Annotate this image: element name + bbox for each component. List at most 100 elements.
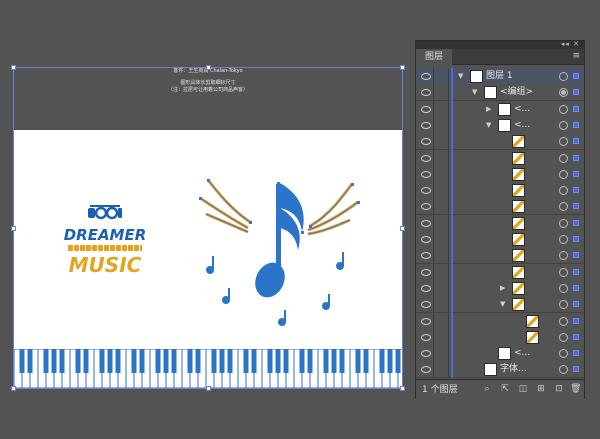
lock-toggle[interactable] bbox=[435, 165, 449, 182]
selection-indicator[interactable] bbox=[573, 366, 579, 373]
lock-toggle[interactable] bbox=[435, 263, 449, 280]
visibility-eye-icon[interactable] bbox=[416, 133, 434, 150]
target-circle-icon[interactable] bbox=[559, 316, 568, 326]
export-icon[interactable]: ⇱ bbox=[500, 384, 510, 394]
layer-row[interactable] bbox=[416, 231, 584, 248]
visibility-eye-icon[interactable] bbox=[416, 345, 434, 362]
layer-row[interactable]: ▼ 图层 1 bbox=[416, 68, 584, 85]
hamburger-menu-icon[interactable]: ≡ bbox=[572, 51, 580, 61]
visibility-eye-icon[interactable] bbox=[416, 263, 434, 280]
target-circle-icon[interactable] bbox=[559, 283, 568, 293]
layer-row[interactable]: ▶ <... bbox=[416, 100, 584, 118]
layer-name[interactable]: <... bbox=[514, 347, 530, 359]
visibility-eye-icon[interactable] bbox=[416, 231, 434, 247]
target-circle-icon[interactable] bbox=[559, 300, 568, 310]
visibility-eye-icon[interactable] bbox=[416, 361, 434, 378]
lock-toggle[interactable] bbox=[435, 312, 449, 329]
resize-handle-top[interactable] bbox=[206, 65, 211, 70]
selection-indicator[interactable] bbox=[573, 73, 579, 79]
lock-toggle[interactable] bbox=[435, 133, 449, 150]
layer-name[interactable]: <... bbox=[514, 103, 530, 115]
lock-toggle[interactable] bbox=[435, 149, 449, 166]
target-circle-icon[interactable] bbox=[559, 349, 568, 359]
resize-handle-right[interactable] bbox=[400, 226, 405, 231]
lock-toggle[interactable] bbox=[435, 345, 449, 362]
lock-toggle[interactable] bbox=[435, 84, 449, 101]
target-circle-icon[interactable] bbox=[559, 153, 568, 163]
lock-toggle[interactable] bbox=[435, 214, 449, 231]
new-layer-icon[interactable]: ⊡ bbox=[554, 384, 564, 394]
target-circle-icon[interactable] bbox=[559, 169, 568, 179]
disclosure-triangle-icon[interactable]: ▼ bbox=[500, 299, 505, 309]
lock-toggle[interactable] bbox=[435, 198, 449, 215]
visibility-eye-icon[interactable] bbox=[416, 149, 434, 166]
selection-indicator[interactable] bbox=[573, 333, 579, 340]
visibility-eye-icon[interactable] bbox=[416, 214, 434, 231]
visibility-eye-icon[interactable] bbox=[416, 328, 434, 345]
target-circle-icon[interactable] bbox=[559, 104, 568, 114]
layer-row[interactable] bbox=[416, 149, 584, 167]
dreamer-music-logo[interactable]: DREAMER MUSIC bbox=[62, 202, 148, 282]
tab-layers[interactable]: 图层 bbox=[416, 49, 453, 65]
target-circle-icon[interactable] bbox=[559, 251, 568, 261]
layer-name[interactable]: 图层 1 bbox=[486, 70, 513, 82]
lock-toggle[interactable] bbox=[435, 279, 449, 296]
layer-row[interactable] bbox=[416, 133, 584, 151]
disclosure-triangle-icon[interactable]: ▼ bbox=[472, 87, 477, 97]
clipping-mask-icon[interactable]: ◫ bbox=[518, 384, 528, 394]
target-circle-icon[interactable] bbox=[559, 202, 568, 212]
visibility-eye-icon[interactable] bbox=[416, 198, 434, 215]
visibility-eye-icon[interactable] bbox=[416, 100, 434, 117]
visibility-eye-icon[interactable] bbox=[416, 312, 434, 329]
lock-toggle[interactable] bbox=[435, 296, 449, 313]
layer-row[interactable] bbox=[416, 214, 584, 232]
layer-row[interactable] bbox=[416, 247, 584, 265]
visibility-eye-icon[interactable] bbox=[416, 68, 434, 84]
selection-indicator[interactable] bbox=[573, 252, 579, 259]
selection-indicator[interactable] bbox=[573, 268, 579, 275]
layer-row[interactable] bbox=[416, 182, 584, 200]
visibility-eye-icon[interactable] bbox=[416, 279, 434, 296]
search-icon[interactable]: ⌕ bbox=[482, 384, 492, 394]
layer-row[interactable]: ▶ bbox=[416, 279, 584, 297]
layer-name[interactable]: 字体... bbox=[500, 363, 527, 375]
lock-toggle[interactable] bbox=[435, 247, 449, 264]
target-circle-icon[interactable] bbox=[559, 235, 568, 244]
resize-handle-bottom[interactable] bbox=[206, 386, 211, 391]
delete-icon[interactable]: 🗑 bbox=[570, 384, 581, 394]
piano-keys-artwork[interactable] bbox=[14, 349, 402, 388]
layer-row[interactable] bbox=[416, 328, 584, 346]
selection-indicator[interactable] bbox=[573, 138, 579, 145]
resize-handle-tl[interactable] bbox=[11, 65, 16, 70]
resize-handle-tr[interactable] bbox=[400, 65, 405, 70]
layer-row[interactable] bbox=[416, 165, 584, 183]
layer-row[interactable] bbox=[416, 312, 584, 330]
layer-row[interactable]: 字体... bbox=[416, 361, 584, 379]
disclosure-triangle-icon[interactable]: ▼ bbox=[486, 120, 491, 130]
target-circle-icon[interactable] bbox=[559, 186, 568, 196]
layer-row[interactable] bbox=[416, 263, 584, 281]
resize-handle-br[interactable] bbox=[400, 386, 405, 391]
lock-toggle[interactable] bbox=[435, 361, 449, 378]
visibility-eye-icon[interactable] bbox=[416, 84, 434, 101]
visibility-eye-icon[interactable] bbox=[416, 116, 434, 133]
lock-toggle[interactable] bbox=[435, 100, 449, 117]
disclosure-triangle-icon[interactable]: ▶ bbox=[486, 104, 491, 114]
selection-indicator[interactable] bbox=[573, 105, 579, 112]
target-circle-icon[interactable] bbox=[559, 72, 568, 81]
target-circle-icon[interactable] bbox=[559, 365, 568, 375]
layer-row[interactable]: <... bbox=[416, 345, 584, 363]
layer-row[interactable]: ▼ bbox=[416, 296, 584, 314]
panel-titlebar[interactable]: ◂◂ ✕ bbox=[416, 40, 584, 49]
selection-indicator[interactable] bbox=[573, 154, 579, 161]
selection-indicator[interactable] bbox=[573, 350, 579, 357]
target-circle-icon[interactable] bbox=[559, 137, 568, 147]
lock-toggle[interactable] bbox=[435, 68, 449, 84]
selection-indicator[interactable] bbox=[573, 284, 579, 291]
selection-indicator[interactable] bbox=[573, 121, 579, 128]
selection-indicator[interactable] bbox=[573, 203, 579, 210]
panel-collapse-icon[interactable]: ◂◂ ✕ bbox=[561, 40, 580, 48]
lock-toggle[interactable] bbox=[435, 182, 449, 199]
target-circle-icon[interactable] bbox=[559, 267, 568, 277]
music-note-wings-artwork[interactable] bbox=[190, 170, 370, 340]
